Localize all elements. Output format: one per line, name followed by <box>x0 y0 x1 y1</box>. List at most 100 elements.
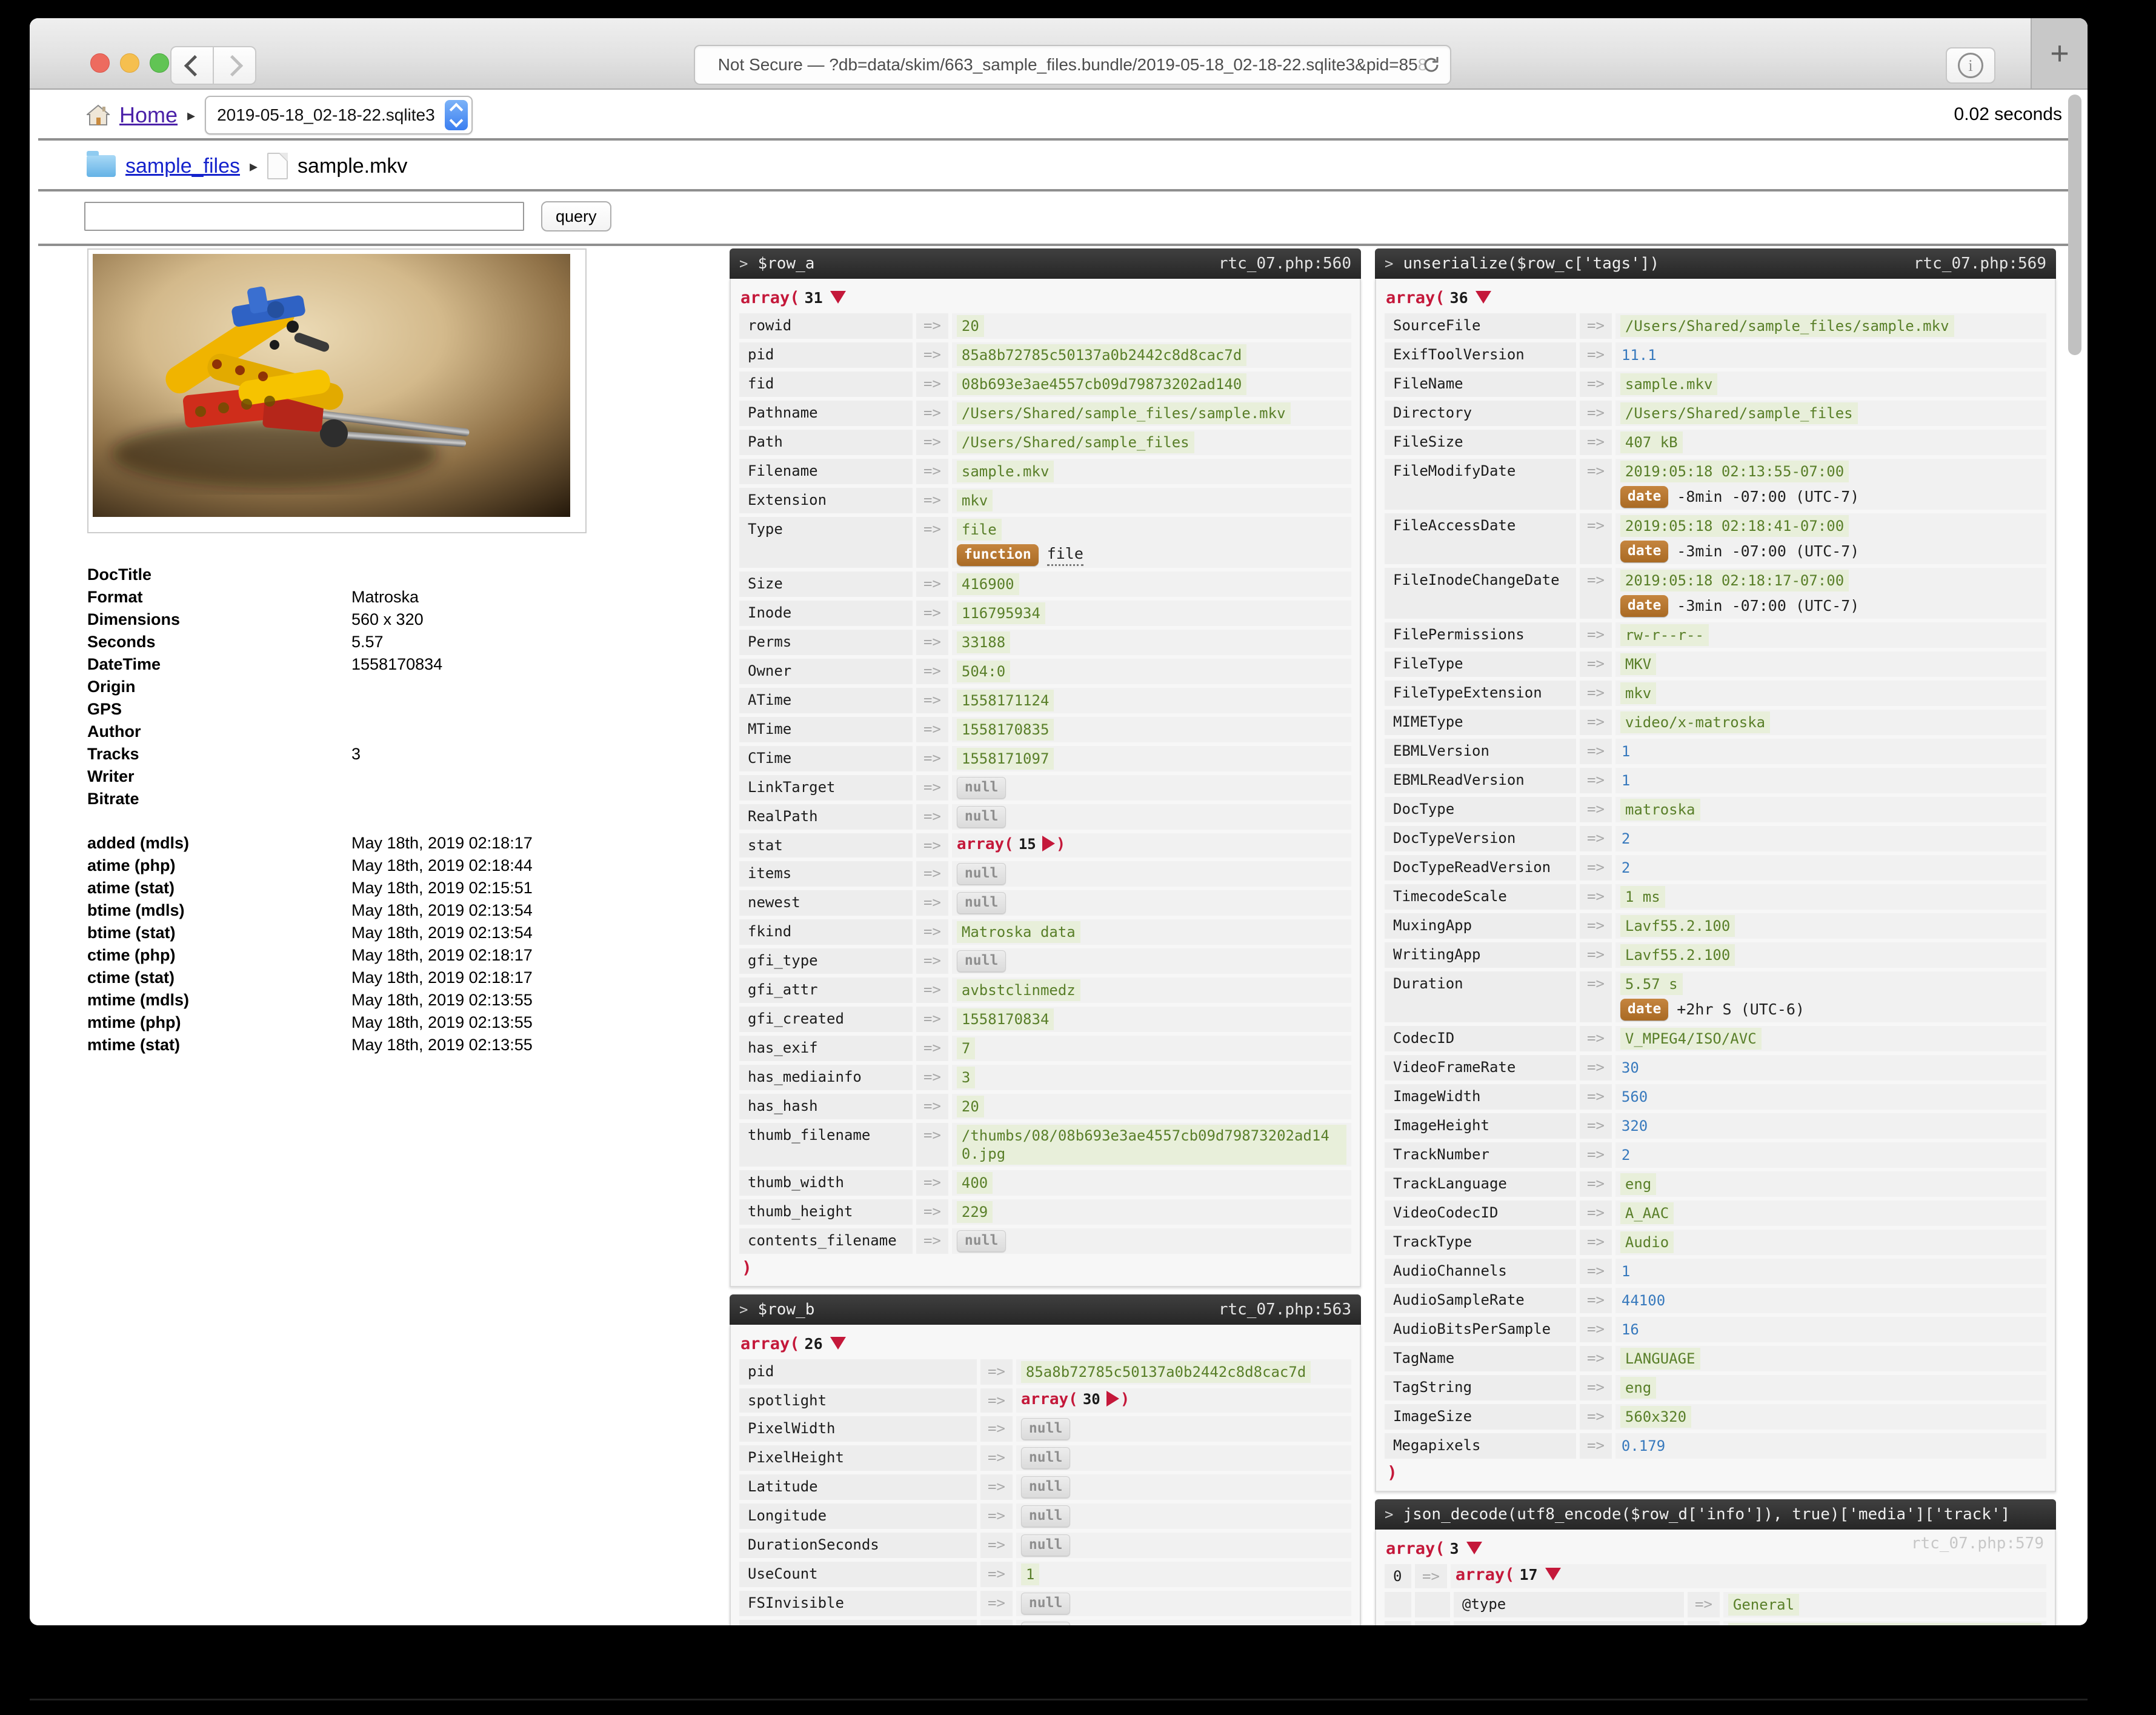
collapse-triangle-icon[interactable] <box>1545 1568 1561 1580</box>
kint-key: TrackLanguage <box>1385 1171 1576 1197</box>
zoom-button[interactable] <box>150 53 169 73</box>
function-name: unserialize <box>1403 255 1507 273</box>
url-text: Not Secure — ?db=data/skim/663_sample_fi… <box>718 55 1418 75</box>
metadata-label: GPS <box>87 698 351 721</box>
arrow-icon: => <box>916 1065 948 1090</box>
kint-nested-array[interactable]: array(15) <box>957 835 1065 853</box>
kint-row: WritingApp=>Lavf55.2.100 <box>1385 942 2046 968</box>
kint-value-cell: eng <box>1615 1171 2046 1197</box>
kint-key: pid <box>739 1359 977 1385</box>
scrollbar-thumb[interactable] <box>2068 95 2081 355</box>
arrow-icon: => <box>916 371 948 397</box>
kint-key: gfi_type <box>739 948 913 974</box>
kint-value-number: 0.179 <box>1620 1435 1666 1457</box>
collapse-triangle-icon[interactable] <box>1466 1542 1482 1554</box>
kint-key: CodecID <box>1385 1026 1576 1051</box>
kint-row: pid=>85a8b72785c50137a0b2442c8d8cac7d <box>739 342 1351 368</box>
back-button[interactable] <box>170 46 214 85</box>
kint-key: TagName <box>1385 1346 1576 1371</box>
kint-value-cell: 1 <box>1615 768 2046 793</box>
arrow-icon: => <box>916 804 948 830</box>
kint-value-string: 504:0 <box>957 661 1010 682</box>
kint-key: stat <box>739 833 913 858</box>
kint-key: has_mediainfo <box>739 1065 913 1090</box>
reload-button[interactable] <box>1421 55 1442 79</box>
address-bar[interactable]: Not Secure — ?db=data/skim/663_sample_fi… <box>694 45 1451 85</box>
expand-triangle-icon[interactable] <box>1106 1391 1119 1407</box>
kint-panel-header[interactable]: >$row_brtc_07.php:563 <box>730 1294 1361 1325</box>
plus-icon: + <box>2050 35 2069 72</box>
kint-value-cell: 33188 <box>952 630 1351 655</box>
kint-row: RealPath=>null <box>739 804 1351 830</box>
thumbnail-frame <box>87 248 587 533</box>
database-select[interactable]: 2019-05-18_02-18-22.sqlite3 <box>205 96 473 135</box>
kint-value-null: null <box>1021 1447 1070 1469</box>
date-badge: date <box>1620 595 1668 617</box>
kint-value-null: null <box>1021 1418 1070 1440</box>
kint-row: UseCount=>1 <box>739 1562 1351 1587</box>
query-input[interactable] <box>84 202 524 231</box>
arrow-icon: => <box>1580 1142 1612 1168</box>
arrow-icon: => <box>1688 1592 1720 1617</box>
kint-panel-header[interactable]: >unserialize($row_c['tags'])rtc_07.php:5… <box>1375 248 2056 279</box>
new-tab-button[interactable]: + <box>2031 18 2088 88</box>
close-button[interactable] <box>90 53 110 73</box>
arrow-icon: => <box>916 890 948 916</box>
arrow-icon: => <box>1580 1200 1612 1226</box>
kint-key: FileName <box>1385 371 1576 397</box>
kint-value-cell: 2 <box>1615 855 2046 881</box>
kint-panel-title: $row_a <box>757 255 1206 273</box>
arrow-icon: => <box>980 1533 1013 1558</box>
kint-row: CTime=>1558171097 <box>739 746 1351 771</box>
arrow-icon: => <box>1580 622 1612 648</box>
kint-key: Megapixels <box>1385 1433 1576 1459</box>
kint-value-cell: /Users/Shared/sample_files <box>1615 401 2046 426</box>
divider <box>38 138 2079 141</box>
expand-triangle-icon[interactable] <box>1042 836 1055 851</box>
date-badge: date <box>1620 999 1668 1021</box>
kint-key: DocTypeReadVersion <box>1385 855 1576 881</box>
query-button[interactable]: query <box>541 201 611 231</box>
arrow-icon: => <box>980 1504 1013 1529</box>
kint-value-cell: mkv <box>1615 681 2046 706</box>
kint-value-string: video/x-matroska <box>1620 711 1770 733</box>
kint-key: SourceFile <box>1385 313 1576 339</box>
folder-link[interactable]: sample_files <box>125 155 240 178</box>
kint-value-string: 08b693e3ae4557cb09d79873202ad140 <box>957 373 1246 395</box>
kint-value-string: 7 <box>957 1037 975 1059</box>
kint-key: fkind <box>739 919 913 945</box>
file-breadcrumb: sample_files ▸ sample.mkv <box>87 148 407 184</box>
kint-row: gfi_created=>1558170834 <box>739 1007 1351 1032</box>
kint-value-cell: matroska <box>1615 797 2046 822</box>
forward-button[interactable] <box>214 46 256 85</box>
arrow-icon: => <box>980 1562 1013 1587</box>
collapse-triangle-icon[interactable] <box>830 291 846 304</box>
kint-nested-array[interactable]: array(30) <box>1021 1390 1130 1408</box>
kint-value-cell: 116795934 <box>952 601 1351 626</box>
kint-row: Type=>filefunctionfile <box>739 517 1351 568</box>
kint-row: Directory=>/Users/Shared/sample_files <box>1385 401 2046 426</box>
kint-value-cell: null <box>952 948 1351 974</box>
arrow-icon: => <box>916 861 948 887</box>
kint-value-number: 560 <box>1620 1086 1649 1108</box>
page-info-button[interactable]: i <box>1946 47 1995 84</box>
minimize-button[interactable] <box>120 53 139 73</box>
kint-value-number: 11.1 <box>1620 344 1658 366</box>
home-link[interactable]: Home <box>119 102 178 128</box>
kint-value-string: /thumbs/08/08b693e3ae4557cb09d79873202ad… <box>957 1125 1346 1165</box>
collapse-triangle-icon[interactable] <box>1476 291 1491 304</box>
arrow-icon: => <box>1580 651 1612 677</box>
kint-panel-header[interactable]: >$row_artc_07.php:560 <box>730 248 1361 279</box>
metadata-value <box>351 721 730 743</box>
kint-panel-row_a: >$row_artc_07.php:560array(31rowid=>20pi… <box>730 248 1361 1287</box>
metadata-value: 3 <box>351 743 730 765</box>
kint-row: Pathname=>/Users/Shared/sample_files/sam… <box>739 401 1351 426</box>
collapse-triangle-icon[interactable] <box>830 1337 846 1350</box>
metadata-value <box>351 788 730 810</box>
kint-panel-header[interactable]: >json_decode(utf8_encode($row_d['info'])… <box>1375 1499 2056 1530</box>
metadata-time-row: ctime (stat)May 18th, 2019 02:18:17 <box>87 967 730 989</box>
kint-key: AudioChannels <box>1385 1259 1576 1284</box>
kint-row: VideoFrameRate=>30 <box>1385 1055 2046 1081</box>
kint-value-cell: 229 <box>952 1199 1351 1225</box>
arrow-icon: => <box>916 919 948 945</box>
